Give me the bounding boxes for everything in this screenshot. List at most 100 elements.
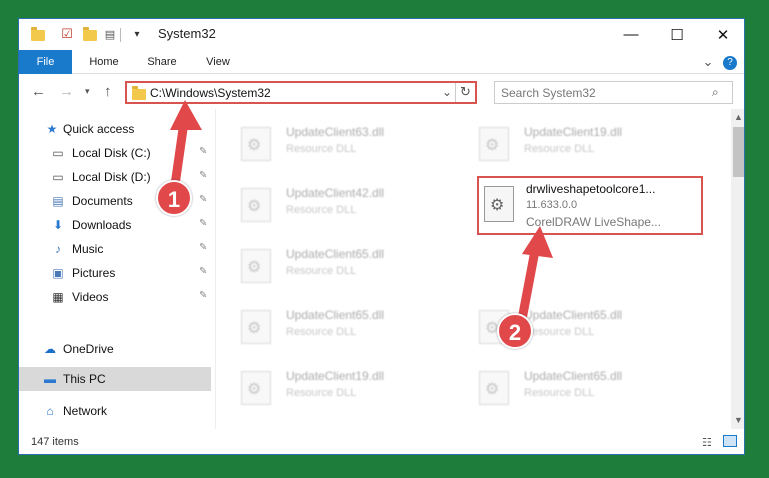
large-icons-view-icon[interactable]	[723, 435, 737, 447]
help-icon[interactable]: ?	[722, 50, 738, 74]
file-name: UpdateClient65.dll	[286, 247, 385, 261]
address-dropdown-icon[interactable]: ⌄	[442, 85, 452, 99]
nav-item-label: Downloads	[72, 218, 132, 232]
computer-icon: ▬	[44, 372, 56, 386]
file-name: UpdateClient19.dll	[524, 125, 623, 139]
file-type: Resource DLL	[286, 265, 357, 277]
back-arrow-icon[interactable]: ←	[31, 83, 46, 100]
nav-item-label: Music	[72, 242, 104, 256]
drive-icon: ▭	[52, 170, 64, 184]
file-item[interactable]: UpdateClient65.dll Resource DLL	[216, 241, 436, 289]
file-version: 11.633.0.0	[526, 199, 578, 211]
tab-view[interactable]: View	[195, 50, 241, 74]
refresh-icon[interactable]: ↻	[460, 84, 471, 100]
file-item[interactable]: UpdateClient65.dll Resource DLL	[454, 302, 674, 350]
title-separator	[120, 28, 121, 42]
item-count: 147 items	[31, 436, 79, 448]
videos-icon: ▦	[52, 290, 64, 304]
file-type: Resource DLL	[286, 143, 357, 155]
search-input[interactable]: Search System32	[501, 86, 596, 100]
nav-item-label: Videos	[72, 290, 109, 304]
callout-badge-two: 2	[497, 313, 533, 349]
pin-icon[interactable]: ✎	[199, 242, 207, 253]
file-item[interactable]: UpdateClient63.dll Resource DLL	[216, 119, 436, 167]
file-name: UpdateClient65.dll	[524, 369, 623, 383]
drive-icon: ▭	[52, 146, 64, 160]
file-name: UpdateClient42.dll	[286, 186, 385, 200]
tab-home[interactable]: Home	[79, 50, 129, 74]
nav-item-onedrive[interactable]: ☁ OneDrive	[19, 337, 211, 361]
callout-badge-one: 1	[156, 180, 192, 216]
nav-item-label: Quick access	[63, 122, 135, 136]
star-icon: ★	[46, 122, 58, 136]
vertical-scrollbar[interactable]: ▲ ▼	[731, 109, 744, 429]
nav-item-label: OneDrive	[63, 342, 114, 356]
file-name: UpdateClient63.dll	[286, 125, 385, 139]
nav-item-pictures[interactable]: ▣ Pictures ✎	[19, 261, 211, 285]
pin-icon[interactable]: ✎	[199, 290, 207, 301]
dll-file-icon	[241, 127, 271, 161]
address-bar[interactable]: C:\Windows\System32 ⌄ ↻	[125, 81, 477, 104]
folder-icon	[29, 25, 47, 43]
nav-item-local-disk-c[interactable]: ▭ Local Disk (C:) ✎	[19, 141, 211, 165]
highlighted-file-item[interactable]: drwliveshapetoolcore1... 11.633.0.0 Core…	[477, 176, 703, 235]
pin-icon[interactable]: ✎	[199, 170, 207, 181]
file-type: Resource DLL	[286, 326, 357, 338]
nav-item-this-pc[interactable]: ▬ This PC	[19, 367, 211, 391]
close-button[interactable]: ✕	[700, 19, 744, 50]
file-type: Resource DLL	[524, 143, 595, 155]
pin-icon[interactable]: ✎	[199, 218, 207, 229]
dll-file-icon	[479, 371, 509, 405]
nav-item-label: Pictures	[72, 266, 116, 280]
address-separator	[455, 83, 456, 102]
music-icon: ♪	[55, 242, 61, 256]
scroll-up-icon[interactable]: ▲	[734, 112, 743, 122]
minimize-button[interactable]: —	[608, 19, 654, 50]
nav-item-label: Documents	[72, 194, 133, 208]
file-description: CorelDRAW LiveShape...	[526, 215, 661, 229]
search-box[interactable]: Search System32 ⌕	[494, 81, 733, 104]
forward-arrow-icon[interactable]: →	[59, 83, 74, 100]
scroll-down-icon[interactable]: ▼	[734, 415, 743, 425]
nav-item-label: Network	[63, 404, 108, 418]
file-list: UpdateClient63.dll Resource DLL UpdateCl…	[216, 109, 731, 429]
file-name: UpdateClient19.dll	[286, 369, 385, 383]
recent-locations-icon[interactable]: ▾	[85, 86, 90, 97]
pin-icon[interactable]: ✎	[199, 266, 207, 277]
scrollbar-thumb[interactable]	[733, 127, 744, 177]
search-icon[interactable]: ⌕	[712, 85, 719, 100]
tab-share[interactable]: Share	[137, 50, 187, 74]
file-type: Resource DLL	[524, 326, 595, 338]
new-folder-icon[interactable]	[81, 25, 99, 43]
nav-item-label: Local Disk (C:)	[72, 146, 151, 160]
pin-icon[interactable]: ✎	[199, 146, 207, 157]
dll-file-icon	[241, 371, 271, 405]
nav-item-videos[interactable]: ▦ Videos ✎	[19, 285, 211, 309]
cloud-icon: ☁	[44, 342, 56, 356]
expand-ribbon-icon[interactable]: ⌄	[699, 50, 717, 74]
customize-toolbar-icon[interactable]: ▤	[103, 25, 117, 43]
nav-item-music[interactable]: ♪ Music ✎	[19, 237, 211, 261]
maximize-button[interactable]: ☐	[654, 19, 700, 50]
nav-item-network[interactable]: ⌂ Network	[19, 399, 211, 423]
up-arrow-icon[interactable]: ↑	[104, 83, 112, 100]
folder-icon	[132, 86, 146, 100]
details-view-icon[interactable]: ☷	[702, 436, 712, 449]
nav-item-downloads[interactable]: ⬇ Downloads ✎	[19, 213, 211, 237]
status-bar: 147 items ☷	[19, 429, 744, 454]
file-item[interactable]: UpdateClient19.dll Resource DLL	[454, 119, 674, 167]
file-item[interactable]: UpdateClient65.dll Resource DLL	[454, 363, 674, 411]
file-item[interactable]: UpdateClient42.dll Resource DLL	[216, 180, 436, 228]
file-item[interactable]: UpdateClient19.dll Resource DLL	[216, 363, 436, 411]
chevron-down-icon[interactable]: ▾	[130, 25, 144, 43]
nav-item-label: This PC	[63, 372, 106, 386]
pin-icon[interactable]: ✎	[199, 194, 207, 205]
file-name: UpdateClient65.dll	[286, 308, 385, 322]
tab-file[interactable]: File	[19, 50, 72, 74]
properties-icon[interactable]: ☑	[59, 25, 75, 43]
file-item[interactable]: UpdateClient65.dll Resource DLL	[216, 302, 436, 350]
ribbon-tabs: File Home Share View ⌄ ?	[19, 50, 744, 74]
nav-item-quick-access[interactable]: ★ Quick access	[19, 117, 211, 141]
window-title: System32	[158, 26, 216, 41]
explorer-window: ☑ ▤ ▾ System32 — ☐ ✕ File Home Share Vie…	[18, 18, 745, 455]
